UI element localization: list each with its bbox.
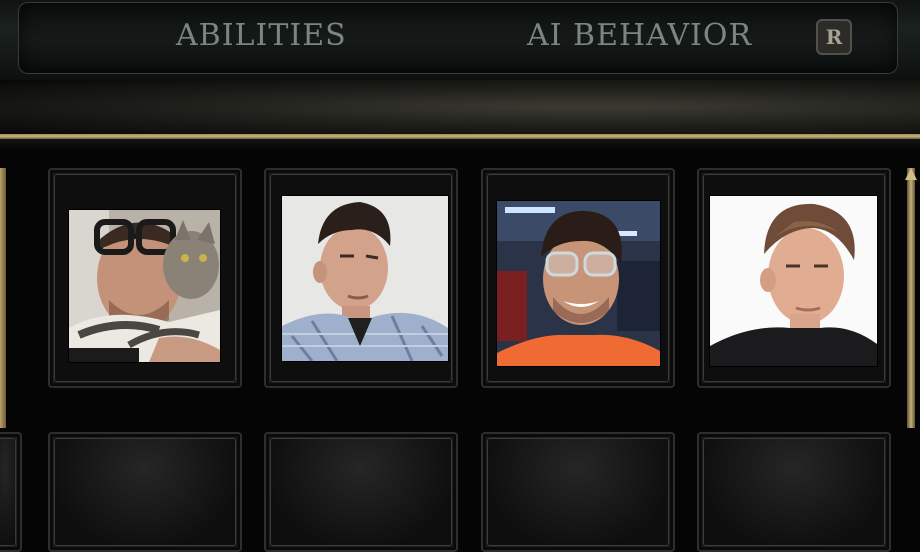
portrait-person-white-background: [710, 196, 877, 366]
top-tab-bar: ABILITIES AI BEHAVIOR R: [0, 0, 920, 80]
portrait-person-with-cat: [69, 210, 220, 362]
character-card-5[interactable]: [48, 432, 242, 552]
character-card-4[interactable]: [697, 168, 891, 388]
portrait-person-glasses-orange: [497, 201, 660, 366]
character-card-row2-edge[interactable]: [0, 432, 22, 552]
character-card-6[interactable]: [264, 432, 458, 552]
character-card-1[interactable]: [48, 168, 242, 388]
character-card-2[interactable]: [264, 168, 458, 388]
panel-top-edge: [0, 139, 920, 149]
character-card-8[interactable]: [697, 432, 891, 552]
tab-frame: [18, 2, 898, 74]
scroll-up-arrow-icon[interactable]: [905, 168, 917, 180]
banner-strip: [0, 80, 920, 134]
character-card-3[interactable]: [481, 168, 675, 388]
left-rail: [0, 168, 6, 428]
character-card-7[interactable]: [481, 432, 675, 552]
tab-abilities[interactable]: ABILITIES: [176, 16, 347, 56]
hotkey-r-badge[interactable]: R: [816, 19, 852, 55]
scrollbar-track[interactable]: [907, 168, 915, 428]
portrait-person-plaid-shirt: [282, 196, 448, 361]
tab-ai-behavior[interactable]: AI BEHAVIOR: [527, 16, 752, 56]
